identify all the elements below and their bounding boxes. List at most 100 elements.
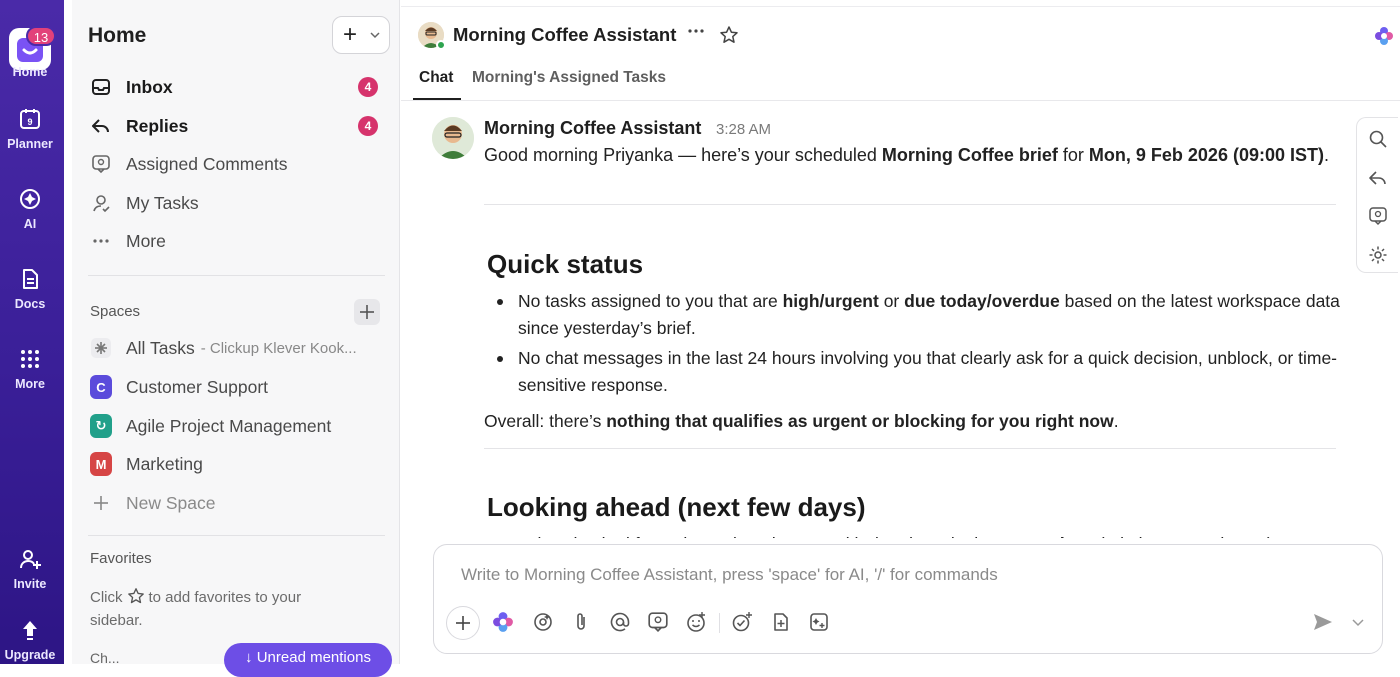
emoji-icon[interactable]	[685, 611, 709, 635]
ai-brain-icon	[18, 187, 42, 211]
online-status-dot	[436, 40, 446, 50]
message-composer[interactable]: Write to Morning Coffee Assistant, press…	[433, 544, 1383, 654]
rail-more[interactable]: More	[0, 347, 60, 391]
intro-date: Mon, 9 Feb 2026 (09:00 IST)	[1088, 145, 1324, 165]
sidebar-item-assigned-comments[interactable]: Assigned Comments	[90, 150, 390, 178]
space-all-tasks[interactable]: All Tasks - Clickup Klever Kook...	[90, 334, 390, 362]
inbox-icon	[90, 76, 112, 98]
chat-main: Morning Coffee Assistant Chat Morning's …	[401, 0, 1400, 664]
sidebar-item-inbox[interactable]: Inbox 4	[90, 73, 390, 101]
sidebar-item-label: My Tasks	[126, 192, 199, 213]
sidebar-item-label: Assigned Comments	[126, 153, 288, 174]
composer-placeholder[interactable]: Write to Morning Coffee Assistant, press…	[461, 565, 998, 585]
space-label: New Space	[126, 492, 216, 513]
new-space-button[interactable]: New Space	[90, 489, 390, 517]
space-avatar: M	[90, 452, 112, 476]
send-icon[interactable]	[1312, 611, 1336, 635]
ai-sparkle-icon[interactable]	[492, 611, 516, 635]
tab-assigned-tasks[interactable]: Morning's Assigned Tasks	[472, 69, 666, 87]
rail-upgrade-label: Upgrade	[4, 648, 56, 662]
ai-sparkle-icon[interactable]	[1374, 26, 1394, 46]
list-item: No chat messages in the last 24 hours in…	[497, 345, 1348, 399]
list-item: No tasks assigned to you that are high/u…	[497, 288, 1348, 342]
ai-assist-icon[interactable]	[532, 611, 556, 635]
sidebar-item-more[interactable]: More	[90, 227, 390, 255]
clip-ai-icon[interactable]	[808, 611, 832, 635]
space-marketing[interactable]: M Marketing	[90, 450, 390, 478]
message-side-toolbar	[1356, 117, 1398, 273]
sidebar-item-my-tasks[interactable]: My Tasks	[90, 189, 390, 217]
quick-status-heading: Quick status	[487, 249, 644, 279]
docs-icon	[18, 267, 42, 291]
search-icon[interactable]	[1368, 129, 1388, 149]
space-label: Marketing	[126, 453, 203, 474]
rail-docs[interactable]: Docs	[0, 267, 60, 311]
intro-text: .	[1323, 145, 1329, 165]
inbox-count-badge: 4	[358, 77, 378, 97]
attachment-icon[interactable]	[570, 611, 594, 635]
rail-docs-label: Docs	[14, 297, 46, 311]
chevron-down-icon[interactable]	[1348, 611, 1372, 635]
new-doc-icon[interactable]	[770, 611, 794, 635]
space-customer-support[interactable]: C Customer Support	[90, 373, 390, 401]
create-task-icon[interactable]	[731, 611, 755, 635]
quick-status-list: No tasks assigned to you that are high/u…	[497, 288, 1348, 402]
message-divider	[484, 448, 1336, 449]
comment-icon[interactable]	[647, 611, 671, 635]
plus-icon	[360, 305, 374, 319]
message-author-avatar[interactable]	[432, 117, 474, 159]
planner-calendar-icon: 9	[18, 107, 42, 131]
rail-home-label: Home	[12, 65, 48, 79]
sidebar-item-label: Inbox	[126, 76, 173, 97]
workspace-name: - Clickup Klever Kook...	[200, 339, 357, 357]
rail-planner[interactable]: 9 Planner	[0, 107, 60, 151]
replies-count-badge: 4	[358, 116, 378, 136]
rail-upgrade[interactable]: Upgrade	[0, 618, 60, 662]
sidebar-item-replies[interactable]: Replies 4	[90, 112, 390, 140]
mention-icon[interactable]	[609, 611, 633, 635]
rail-home[interactable]: 13 Home	[0, 14, 60, 84]
tab-chat[interactable]: Chat	[419, 69, 453, 87]
intro-bold: Morning Coffee brief	[881, 145, 1058, 165]
planner-day-number: 9	[27, 117, 32, 127]
comment-icon[interactable]	[1368, 206, 1388, 226]
unread-mentions-button[interactable]: ↓ Unread mentions	[224, 643, 392, 677]
home-sidebar: Home + Inbox 4 Replies 4 Assigned Commen…	[72, 0, 400, 677]
space-agile-project-management[interactable]: ↻ Agile Project Management	[90, 412, 390, 440]
reply-icon	[90, 115, 112, 137]
space-label: Agile Project Management	[126, 415, 332, 436]
chat-title[interactable]: Morning Coffee Assistant	[453, 24, 676, 46]
more-options-icon[interactable]	[687, 22, 705, 40]
add-attachment-button[interactable]	[446, 606, 480, 640]
message-divider	[484, 204, 1336, 205]
rail-planner-label: Planner	[7, 137, 53, 151]
favorites-heading: Favorites	[90, 550, 152, 567]
reply-icon[interactable]	[1368, 168, 1388, 188]
message-author[interactable]: Morning Coffee Assistant	[484, 118, 701, 139]
rail-invite[interactable]: Invite	[0, 547, 60, 591]
gear-icon[interactable]	[1368, 245, 1388, 265]
overall-summary: Overall: there’s nothing that qualifies …	[484, 411, 1119, 431]
space-label: Customer Support	[126, 376, 269, 397]
favorites-hint-text: Click	[90, 589, 123, 606]
looking-ahead-heading: Looking ahead (next few days)	[487, 492, 866, 522]
space-avatar: C	[90, 375, 112, 399]
all-tasks-icon	[90, 337, 112, 359]
add-space-button[interactable]	[354, 299, 380, 325]
plus-icon: +	[343, 21, 358, 48]
sidebar-item-label: More	[126, 230, 166, 251]
create-new-button[interactable]: +	[332, 16, 390, 54]
toolbar-divider	[719, 613, 720, 633]
invite-user-icon	[18, 547, 42, 571]
star-icon	[127, 587, 145, 605]
plus-icon	[456, 616, 470, 630]
top-border	[401, 0, 1400, 7]
rail-invite-label: Invite	[13, 577, 47, 591]
rail-ai-label: AI	[23, 217, 37, 231]
space-label: All Tasks	[126, 337, 195, 358]
space-avatar: ↻	[90, 414, 112, 438]
app-rail: 13 Home 9 Planner AI Docs More Invite Up…	[0, 0, 64, 664]
rail-ai[interactable]: AI	[0, 187, 60, 231]
intro-text: Good morning Priyanka — here’s your sche…	[484, 145, 882, 165]
favorite-star-icon[interactable]	[719, 25, 739, 45]
